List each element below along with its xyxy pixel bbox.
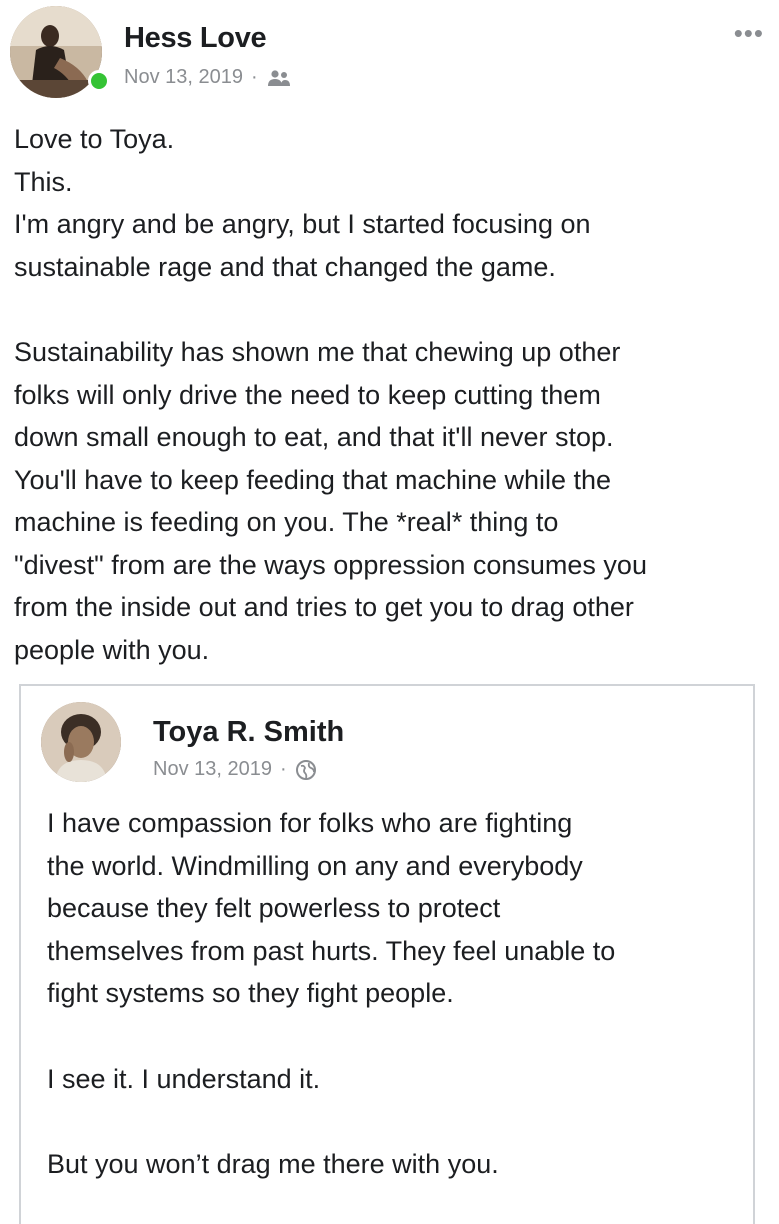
friends-icon[interactable]: [266, 69, 292, 87]
text-line: because they felt powerless to protect: [47, 893, 501, 923]
text-line: folks will only drive the need to keep c…: [14, 379, 601, 410]
author-name[interactable]: Hess Love: [124, 22, 267, 55]
text-paragraph: I see it. I understand it.: [47, 1058, 747, 1101]
post-card: Hess Love Nov 13, 2019 · ••• Love to Toy…: [0, 0, 779, 1224]
meta-separator: ·: [250, 66, 258, 88]
shared-post-meta: Nov 13, 2019 ·: [153, 758, 317, 781]
post-text: Love to Toya. This. I'm angry and be angry…: [14, 118, 774, 671]
text-line: Sustainability has shown me that chewing…: [14, 337, 621, 367]
text-paragraph: Sustainability has shown me that chewing…: [14, 331, 774, 671]
text-line: I'm angry and be angry, but I started fo…: [14, 209, 591, 239]
text-paragraph: I have compassion for folks who are figh…: [47, 802, 747, 1015]
post-date[interactable]: Nov 13, 2019: [124, 66, 243, 89]
shared-post-card[interactable]: Toya R. Smith Nov 13, 2019 · I have comp…: [19, 684, 755, 1224]
globe-icon[interactable]: [295, 759, 317, 781]
text-line: machine is feeding on you. The *real* th…: [14, 507, 559, 537]
text-line: sustainable rage and that changed the ga…: [14, 251, 556, 282]
text-line: from the inside out and tries to get you…: [14, 592, 634, 622]
avatar-photo-icon: [41, 702, 121, 782]
text-line: This.: [14, 166, 73, 197]
text-paragraph: But you won’t drag me there with you.: [47, 1143, 747, 1186]
text-paragraph: Love to Toya. This. I'm angry and be angry…: [14, 118, 774, 288]
shared-post-date[interactable]: Nov 13, 2019: [153, 758, 272, 781]
post-meta: Nov 13, 2019 ·: [124, 66, 292, 89]
text-line: I see it. I understand it.: [47, 1063, 321, 1094]
text-line: down small enough to eat, and that it'll…: [14, 422, 614, 452]
text-line: themselves from past hurts. They feel un…: [47, 935, 616, 966]
text-line: Love to Toya.: [14, 124, 175, 154]
text-line: fight systems so they fight people.: [47, 978, 454, 1008]
post-header: Hess Love Nov 13, 2019 · •••: [10, 6, 770, 102]
text-line: You'll have to keep feeding that machine…: [14, 464, 612, 495]
text-line: people with you.: [14, 634, 210, 665]
text-line: But you won’t drag me there with you.: [47, 1149, 499, 1179]
shared-author-avatar[interactable]: [41, 702, 121, 782]
text-line: "divest" from are the ways oppression co…: [14, 549, 647, 580]
shared-post-text: I have compassion for folks who are figh…: [47, 802, 747, 1186]
shared-author-name[interactable]: Toya R. Smith: [153, 716, 344, 749]
meta-separator: ·: [279, 758, 287, 780]
online-status-dot: [88, 70, 110, 92]
more-options-button[interactable]: •••: [734, 20, 764, 46]
text-line: I have compassion for folks who are figh…: [47, 808, 573, 838]
text-line: the world. Windmilling on any and everyb…: [47, 850, 583, 881]
